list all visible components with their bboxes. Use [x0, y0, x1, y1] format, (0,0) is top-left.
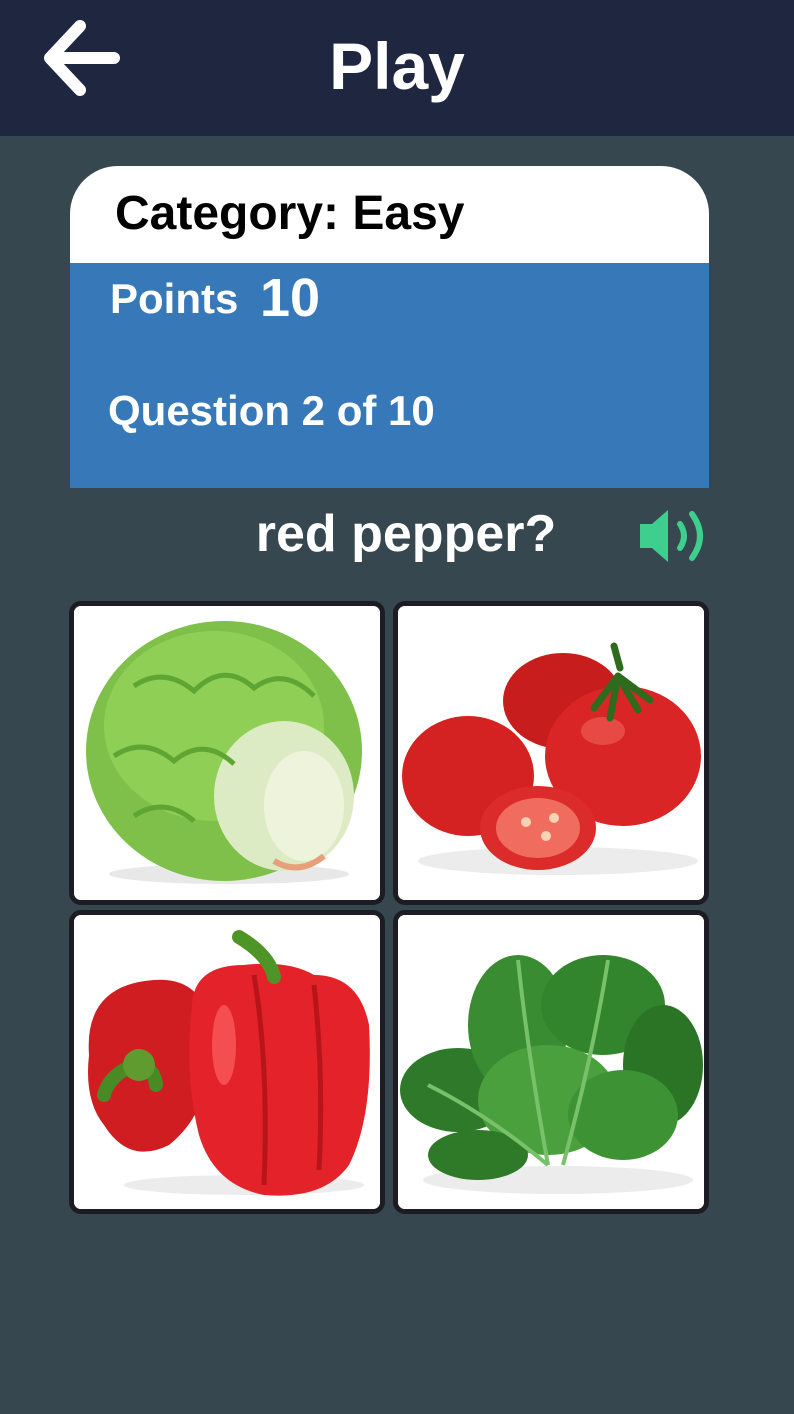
- score-panel: Points 10 Question 2 of 10: [70, 263, 709, 488]
- answer-option-red-peppers[interactable]: [69, 910, 385, 1214]
- spinach-image: [398, 915, 704, 1209]
- tomatoes-image: [398, 606, 704, 900]
- question-counter: Question 2 of 10: [108, 387, 435, 434]
- lettuce-image: [74, 606, 380, 900]
- answer-option-spinach[interactable]: [393, 910, 709, 1214]
- category-header: Category: Easy: [70, 166, 709, 263]
- points-label: Points: [110, 275, 239, 322]
- answer-option-lettuce[interactable]: [69, 601, 385, 905]
- page-title: Play: [329, 29, 465, 103]
- top-bar: Play: [0, 0, 794, 136]
- points-value: 10: [260, 268, 321, 328]
- play-audio-button[interactable]: [636, 504, 712, 568]
- red-peppers-image: [74, 915, 380, 1209]
- answer-option-tomatoes[interactable]: [393, 601, 709, 905]
- score-card: Category: Easy Points 10 Question 2 of 1…: [70, 166, 709, 488]
- speaker-icon: [640, 510, 703, 562]
- category-label: Category: Easy: [115, 187, 465, 240]
